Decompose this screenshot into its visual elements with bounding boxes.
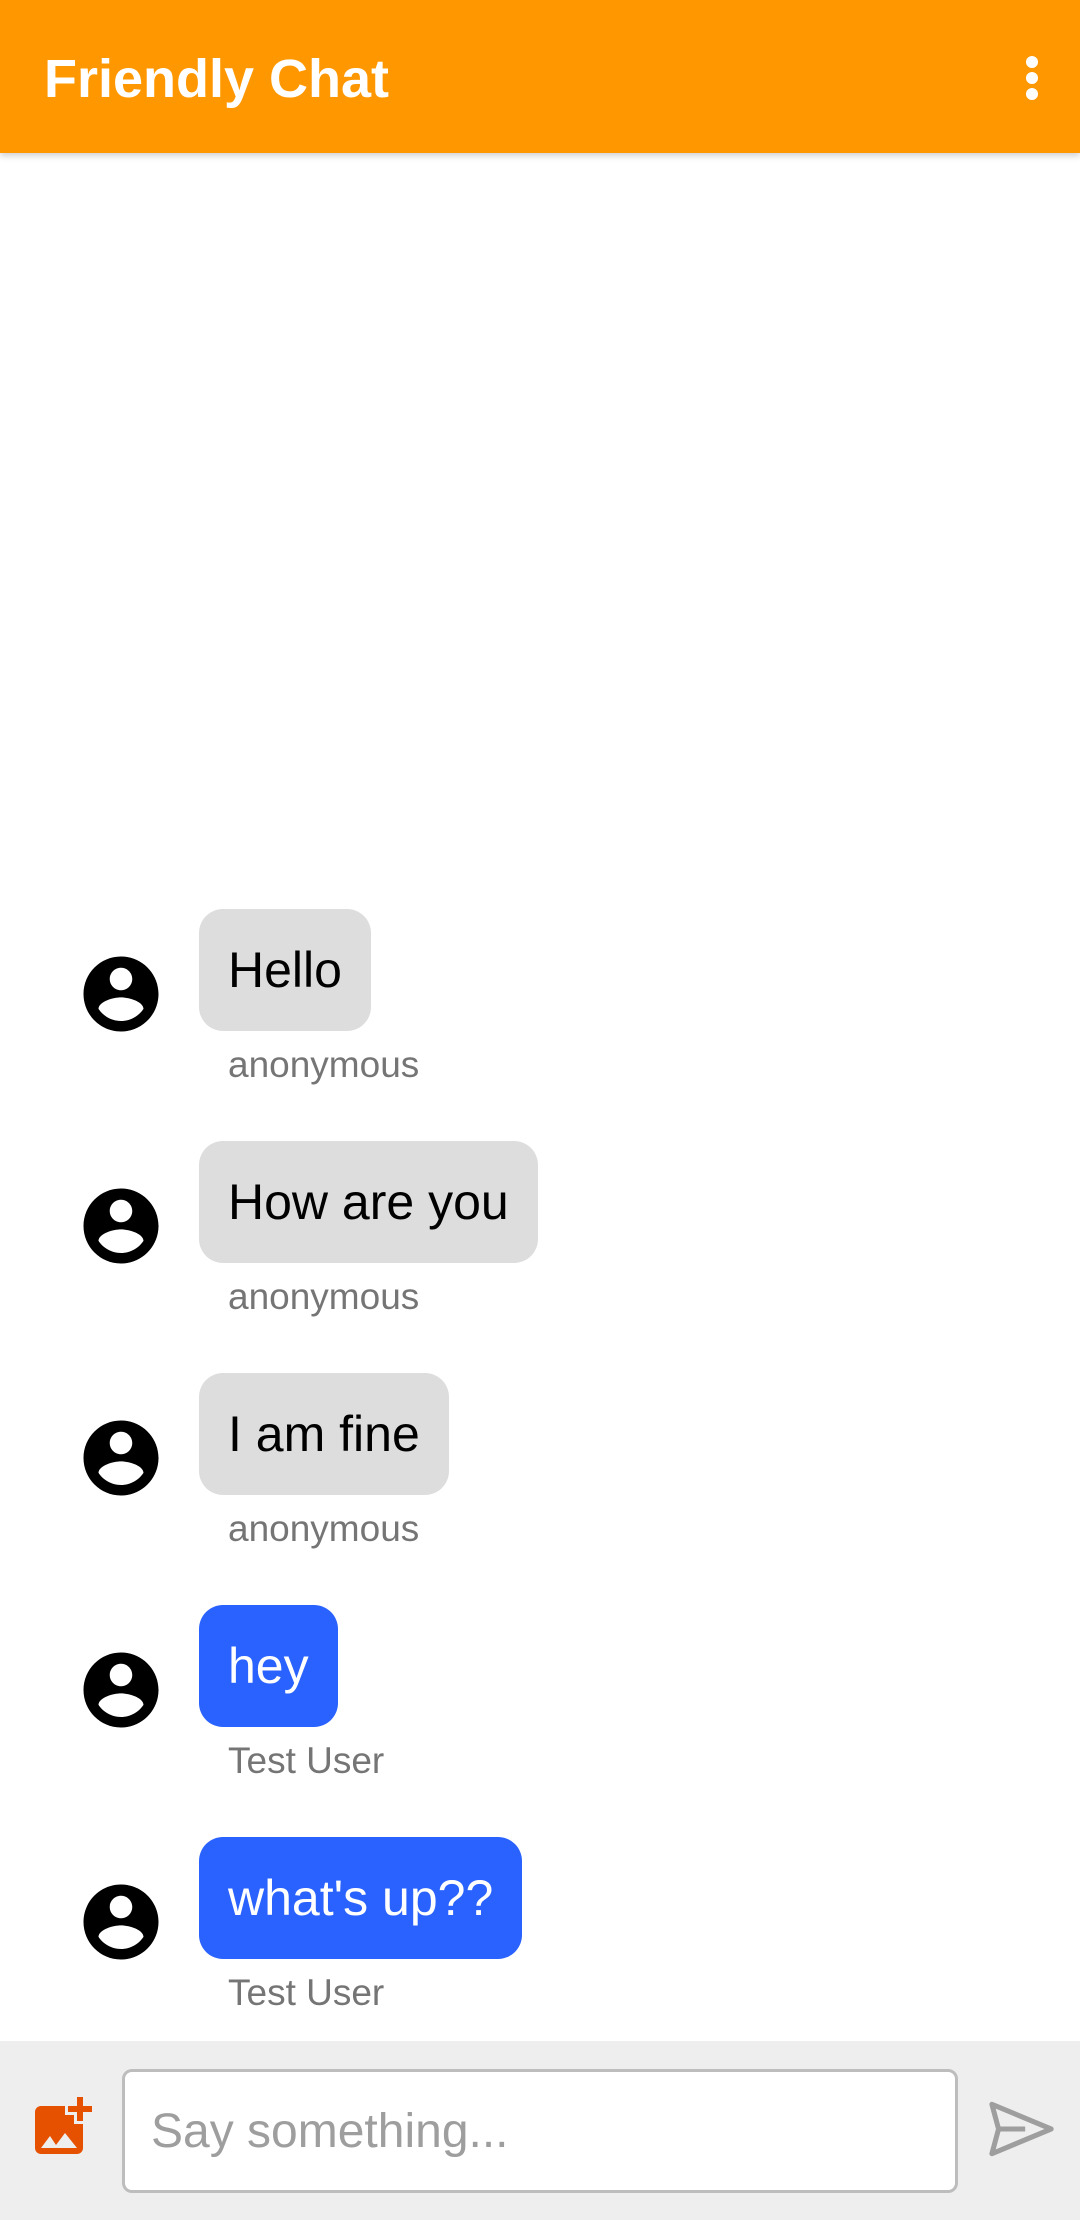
overflow-menu-button[interactable]	[996, 36, 1068, 120]
more-vert-icon	[1026, 56, 1038, 100]
add-photo-icon[interactable]	[26, 2091, 98, 2163]
message-item: what's up?? Test User	[0, 1837, 1080, 2037]
message-item: How are you anonymous	[0, 1141, 1080, 1341]
message-sender: anonymous	[228, 1508, 420, 1549]
message-sender: Test User	[228, 1740, 385, 1781]
message-sender: Test User	[228, 1972, 385, 2013]
message-bubble: How are you	[199, 1141, 538, 1263]
account-circle-icon	[83, 1420, 159, 1496]
account-circle-icon	[83, 1188, 159, 1264]
account-circle-icon	[83, 1884, 159, 1960]
message-item: I am fine anonymous	[0, 1373, 1080, 1573]
account-circle-icon	[83, 956, 159, 1032]
app-bar: Friendly Chat	[0, 0, 1080, 153]
message-item: hey Test User	[0, 1605, 1080, 1805]
message-bubble: what's up??	[199, 1837, 523, 1959]
message-item: Hello anonymous	[0, 909, 1080, 1109]
send-icon[interactable]	[984, 2091, 1060, 2167]
message-list[interactable]: Hello anonymous How are you anonymous I …	[0, 153, 1080, 2041]
account-circle-icon	[83, 1652, 159, 1728]
message-bubble: I am fine	[199, 1373, 449, 1495]
chat-screen: Friendly Chat Hello anonymous How are yo…	[0, 0, 1080, 2220]
message-sender: anonymous	[228, 1044, 420, 1085]
message-input[interactable]	[122, 2069, 958, 2193]
app-title: Friendly Chat	[44, 49, 390, 109]
message-composer	[0, 2041, 1080, 2220]
message-bubble: hey	[199, 1605, 338, 1727]
message-bubble: Hello	[199, 909, 371, 1031]
message-sender: anonymous	[228, 1276, 420, 1317]
